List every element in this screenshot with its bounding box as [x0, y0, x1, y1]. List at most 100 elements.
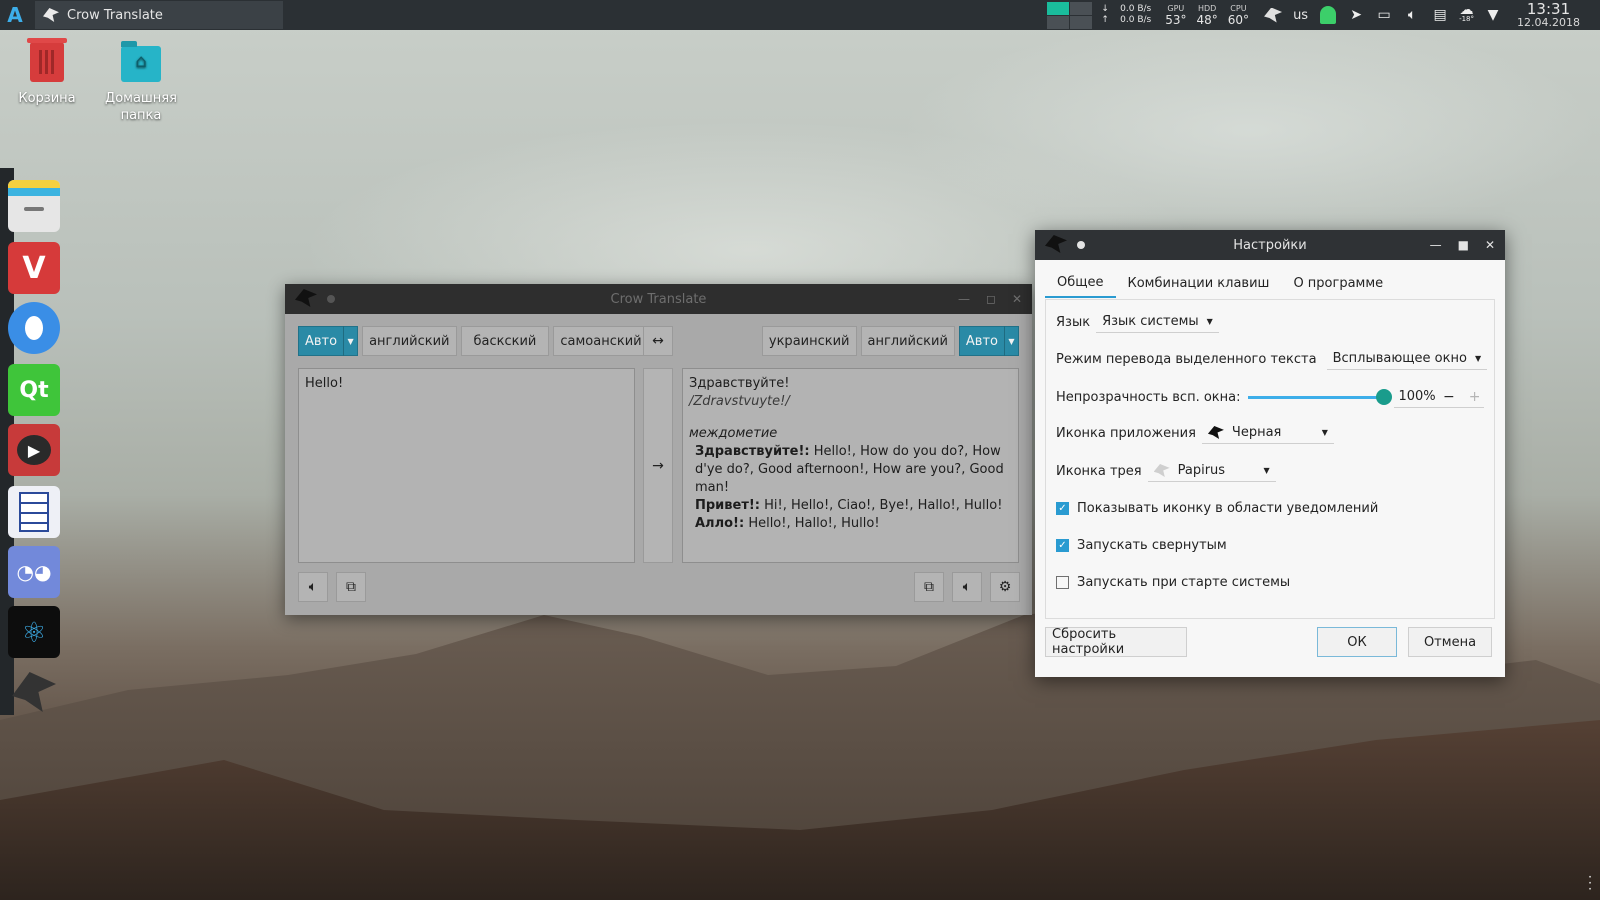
target-lang-auto-button[interactable]: Авто ▼	[958, 326, 1019, 356]
minimize-icon[interactable]: —	[1430, 238, 1442, 252]
maximize-icon[interactable]: ■	[1458, 238, 1469, 252]
chevron-down-icon[interactable]: ▼	[343, 326, 357, 356]
settings-title-bar[interactable]: Настройки — ■ ✕	[1035, 230, 1505, 260]
copy-translation-button[interactable]: ⧉	[914, 572, 944, 602]
dock-browser-icon[interactable]	[8, 302, 60, 354]
target-lang-button[interactable]: украинский	[761, 326, 857, 356]
minus-icon[interactable]: −	[1443, 389, 1455, 405]
maximize-icon[interactable]: ◻	[986, 292, 996, 306]
desktop-icon-home-folder[interactable]: Домашняя папка	[96, 41, 186, 124]
tray-icon-select[interactable]: Papirus ▼	[1147, 460, 1276, 482]
settings-dialog: Настройки — ■ ✕ Общее Комбинации клавиш …	[1035, 230, 1505, 677]
settings-button[interactable]: ⚙	[990, 572, 1020, 602]
crow-icon	[1207, 426, 1224, 439]
crow-title-bar[interactable]: Crow Translate — ◻ ✕	[285, 284, 1032, 314]
tray-icon-label: Иконка трея	[1056, 463, 1142, 479]
plus-icon[interactable]: +	[1469, 389, 1481, 405]
copy-icon: ⧉	[346, 579, 356, 595]
pager-desktop-3[interactable]	[1047, 15, 1070, 29]
desktop-pager[interactable]	[1047, 1, 1093, 29]
taskbar-task-crow-translate[interactable]: Crow Translate	[35, 1, 283, 29]
dock-vivaldi-icon[interactable]: V	[8, 242, 60, 294]
translation-mode-select[interactable]: Всплывающее окно ▼	[1326, 348, 1488, 370]
display-icon[interactable]: ▭	[1375, 6, 1393, 24]
swap-languages-button[interactable]: ↔	[643, 326, 673, 356]
part-of-speech: междометие	[689, 426, 778, 441]
slider-handle[interactable]	[1376, 388, 1393, 405]
pager-desktop-2[interactable]	[1070, 1, 1093, 15]
cancel-button[interactable]: Отмена	[1408, 627, 1492, 657]
source-lang-label: английский	[369, 333, 450, 349]
app-icon-select[interactable]: Черная ▼	[1201, 422, 1334, 444]
tab-shortcuts[interactable]: Комбинации клавиш	[1116, 268, 1282, 298]
opacity-label: Непрозрачность всп. окна:	[1056, 389, 1241, 405]
checkbox-checked[interactable]: ✓	[1056, 501, 1069, 515]
speaker-icon: 🔈︎	[962, 579, 972, 595]
dock-discord-icon[interactable]: ◔◕	[8, 546, 60, 598]
opacity-row: Непрозрачность всп. окна: 100% − +	[1056, 386, 1485, 408]
weather-icon[interactable]: ☁︎ -18°	[1459, 3, 1474, 24]
chevron-down-icon[interactable]: ▼	[1484, 6, 1502, 24]
dock-text-editor-icon[interactable]	[8, 486, 60, 538]
desktop-icon-trash[interactable]: Корзина	[2, 38, 92, 107]
keyboard-layout-indicator[interactable]: us	[1293, 8, 1308, 23]
target-lang-button[interactable]: английский	[860, 326, 955, 356]
source-lang-auto-button[interactable]: Авто ▼	[298, 326, 359, 356]
checkbox-autostart[interactable]: Запускать при старте системы	[1056, 571, 1290, 593]
checkbox-show-tray-icon[interactable]: ✓ Показывать иконку в области уведомлени…	[1056, 497, 1378, 519]
crow-tray-icon[interactable]	[1264, 6, 1283, 24]
pin-dot-icon[interactable]	[327, 295, 335, 303]
opacity-spinbox[interactable]: 100% − +	[1394, 386, 1485, 408]
close-icon[interactable]: ✕	[1485, 238, 1495, 252]
sensor-hdd: HDD 48°	[1197, 4, 1218, 27]
dock-atom-icon[interactable]: ⚛︎	[8, 606, 60, 658]
sensor-label: GPU	[1167, 3, 1185, 13]
checkbox-label: Запускать при старте системы	[1077, 574, 1291, 590]
tab-about[interactable]: О программе	[1281, 268, 1395, 298]
pager-desktop-4[interactable]	[1070, 15, 1093, 29]
home-folder-icon	[121, 41, 161, 82]
app-icon-row: Иконка приложения Черная ▼	[1056, 422, 1334, 444]
telegram-icon[interactable]: ➤	[1347, 6, 1365, 24]
ok-button[interactable]: ОК	[1317, 627, 1397, 657]
source-lang-button[interactable]: английский	[362, 326, 457, 356]
language-select[interactable]: Язык системы ▼	[1096, 311, 1219, 333]
translation-output[interactable]: Здравствуйте! /Zdravstvuyte!/ междометие…	[682, 368, 1019, 563]
close-icon[interactable]: ✕	[1012, 292, 1022, 306]
checkbox-checked[interactable]: ✓	[1056, 538, 1069, 552]
translate-button[interactable]: →	[643, 368, 673, 563]
clipboard-icon[interactable]: ▤	[1431, 6, 1449, 24]
pager-desktop-1[interactable]	[1047, 1, 1070, 15]
desktop-cloud	[900, 20, 1600, 240]
checkbox-unchecked[interactable]	[1056, 575, 1069, 589]
ghost-icon[interactable]	[1319, 6, 1337, 24]
volume-icon[interactable]: 🔈︎	[1403, 6, 1421, 24]
speak-translation-button[interactable]: 🔈︎	[952, 572, 982, 602]
dock-video-player-icon[interactable]: ▶	[8, 424, 60, 476]
general-tab-panel: Язык Язык системы ▼ Режим перевода выдел…	[1045, 299, 1495, 619]
pin-dot-icon[interactable]	[1077, 241, 1085, 249]
minimize-icon[interactable]: —	[958, 292, 970, 306]
opacity-slider[interactable]	[1248, 388, 1393, 405]
speak-source-button[interactable]: 🔈︎	[298, 572, 328, 602]
dock-qt-creator-icon[interactable]: Qt	[8, 364, 60, 416]
copy-source-button[interactable]: ⧉	[336, 572, 366, 602]
chevron-down-icon: ▼	[1474, 354, 1482, 363]
tab-general[interactable]: Общее	[1045, 268, 1116, 298]
source-lang-button[interactable]: самоанский	[553, 326, 649, 356]
sensor-value: 48°	[1196, 12, 1218, 27]
app-launcher-icon[interactable]: A	[0, 0, 30, 30]
opacity-value: 100%	[1398, 389, 1436, 404]
digital-clock[interactable]: 13:31 12.04.2018	[1517, 1, 1580, 29]
crow-window-title: Crow Translate	[610, 291, 707, 307]
source-lang-button[interactable]: баскский	[460, 326, 550, 356]
reset-settings-button[interactable]: Сбросить настройки	[1045, 627, 1187, 657]
checkbox-start-minimized[interactable]: ✓ Запускать свернутым	[1056, 534, 1227, 556]
dock-crow-translate-icon[interactable]	[8, 666, 60, 718]
language-label: Язык	[1056, 314, 1091, 330]
source-lang-label: Авто	[305, 333, 338, 349]
desktop-menu-icon[interactable]: · · ·	[1588, 871, 1592, 895]
chevron-down-icon[interactable]: ▼	[1004, 326, 1018, 356]
source-text-input[interactable]: Hello!	[298, 368, 635, 563]
dock-file-manager-icon[interactable]	[8, 180, 60, 232]
